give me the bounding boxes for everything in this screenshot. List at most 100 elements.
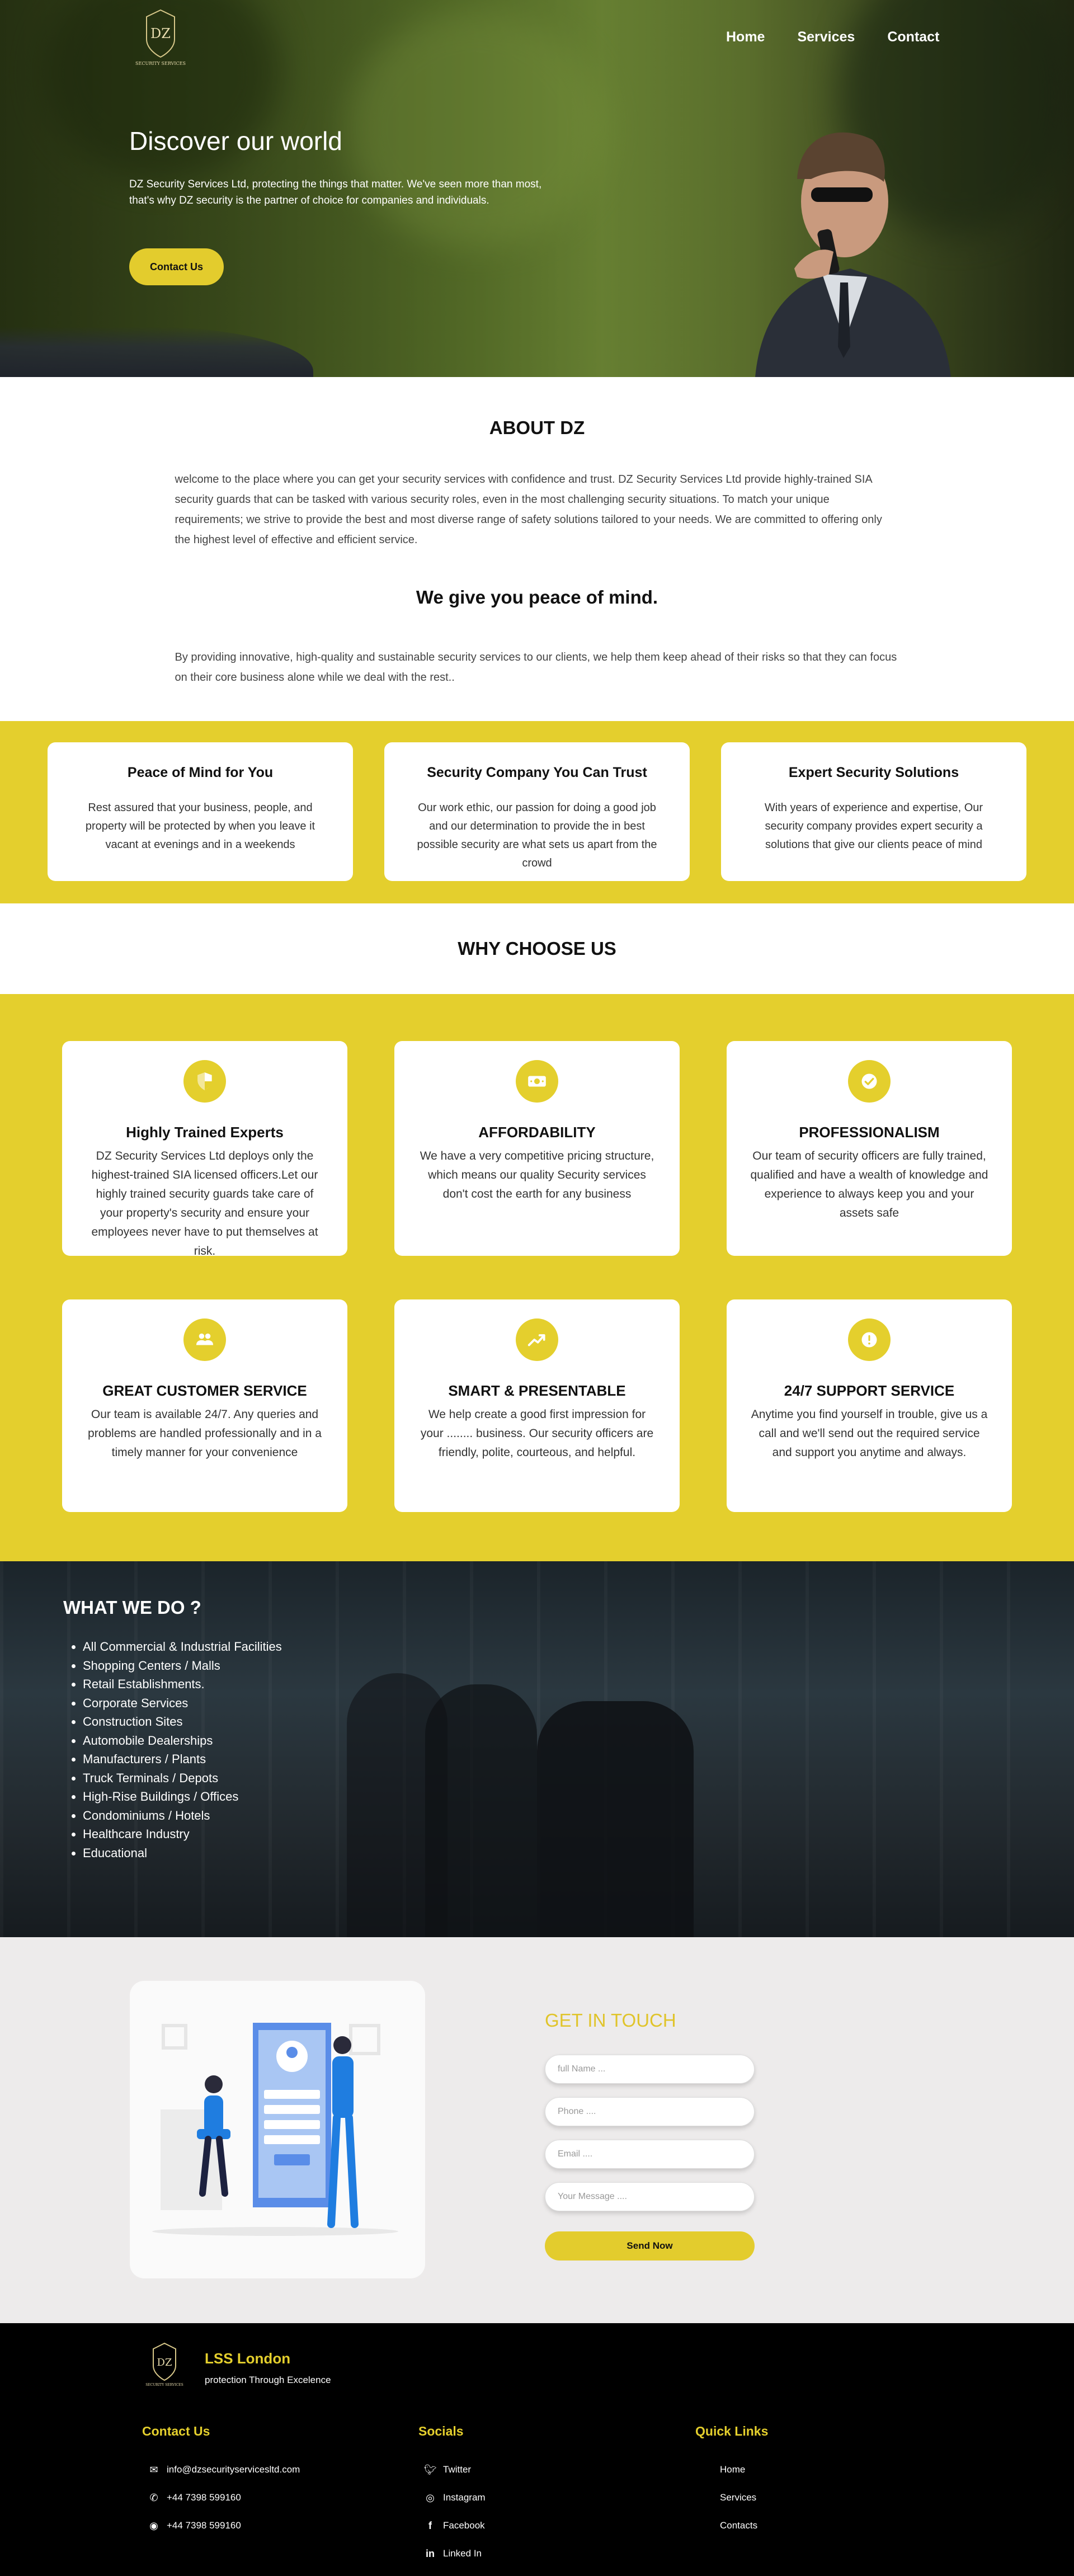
- why-card-text: We help create a good first impression f…: [420, 1408, 654, 1459]
- logo-crest-icon: DZ SECURITY SERVICES: [145, 2342, 183, 2387]
- feature-card: Security Company You Can Trust Our work …: [384, 742, 690, 881]
- feature-title: Peace of Mind for You: [127, 765, 274, 780]
- why-card-text: We have a very competitive pricing struc…: [420, 1150, 654, 1200]
- list-item: Construction Sites: [83, 1712, 282, 1731]
- nav-services[interactable]: Services: [797, 29, 855, 45]
- why-card: GREAT CUSTOMER SERVICE Our team is avail…: [62, 1299, 347, 1512]
- about-subtitle: We give you peace of mind.: [416, 587, 658, 607]
- why-card-title: 24/7 SUPPORT SERVICE: [784, 1382, 955, 1399]
- logo-text: DZ: [150, 26, 171, 41]
- what-we-do-title: WHAT WE DO ?: [63, 1597, 201, 1618]
- svg-text:SECURITY SERVICES: SECURITY SERVICES: [145, 2383, 183, 2387]
- footer-contact-title: Contact Us: [142, 2424, 210, 2438]
- about-section: ABOUT DZ welcome to the place where you …: [0, 377, 1074, 721]
- list-item: Corporate Services: [83, 1694, 282, 1713]
- footer-link-home[interactable]: Home: [695, 2456, 768, 2484]
- why-card: PROFESSIONALISM Our team of security off…: [727, 1041, 1012, 1256]
- footer: DZ SECURITY SERVICES LSS London protecti…: [0, 2323, 1074, 2576]
- why-card-text: DZ Security Services Ltd deploys only th…: [91, 1150, 318, 1258]
- nav-home[interactable]: Home: [726, 29, 765, 45]
- feature-card: Peace of Mind for You Rest assured that …: [48, 742, 353, 881]
- why-title: WHY CHOOSE US: [458, 938, 616, 959]
- guard-silhouette: [425, 1684, 537, 1937]
- why-card-title: AFFORDABILITY: [478, 1124, 596, 1141]
- why-card-title: SMART & PRESENTABLE: [448, 1382, 626, 1399]
- linkedin-icon: in: [426, 2547, 435, 2559]
- features-section: Peace of Mind for You Rest assured that …: [0, 721, 1074, 903]
- logo[interactable]: DZ SECURITY SERVICES: [130, 6, 191, 70]
- list-item: Healthcare Industry: [83, 1825, 282, 1844]
- list-item: Condominiums / Hotels: [83, 1806, 282, 1825]
- why-section: Highly Trained Experts DZ Security Servi…: [0, 994, 1074, 1561]
- contact-us-button[interactable]: Contact Us: [129, 248, 224, 285]
- message-input[interactable]: Your Message ....: [545, 2182, 755, 2211]
- footer-link-contacts[interactable]: Contacts: [695, 2512, 768, 2540]
- footer-phone[interactable]: ✆ +44 7398 599160: [142, 2484, 300, 2512]
- feature-card: Expert Security Solutions With years of …: [721, 742, 1026, 881]
- why-card-text: Our team of security officers are fully …: [750, 1150, 988, 1219]
- envelope-icon: ✉: [149, 2464, 158, 2475]
- hero-section: DZ SECURITY SERVICES Home Services Conta…: [0, 0, 1074, 377]
- main-nav: Home Services Contact: [726, 29, 939, 45]
- social-facebook[interactable]: f Facebook: [418, 2512, 486, 2540]
- feature-text: With years of experience and expertise, …: [764, 802, 983, 851]
- contact-section: GET IN TOUCH full Name ... Phone .... Em…: [0, 1937, 1074, 2323]
- hero-title: Discover our world: [129, 126, 342, 156]
- nav-contact[interactable]: Contact: [887, 29, 939, 45]
- social-instagram[interactable]: ◎ Instagram: [418, 2484, 485, 2512]
- list-item: High-Rise Buildings / Offices: [83, 1787, 282, 1806]
- about-subtext: By providing innovative, high-quality an…: [175, 651, 897, 684]
- full-name-input[interactable]: full Name ...: [545, 2055, 755, 2084]
- why-title-section: WHY CHOOSE US: [0, 903, 1074, 994]
- alert-icon: [848, 1318, 891, 1361]
- group-icon: [183, 1318, 226, 1361]
- about-title: ABOUT DZ: [489, 417, 585, 438]
- guard-silhouette: [537, 1701, 694, 1937]
- what-we-do-section: WHAT WE DO ? All Commercial & Industrial…: [0, 1561, 1074, 1937]
- feature-title: Expert Security Solutions: [788, 765, 959, 780]
- footer-tagline: protection Through Excelence: [205, 2375, 331, 2385]
- email-input[interactable]: Email ....: [545, 2140, 755, 2169]
- why-card-title: GREAT CUSTOMER SERVICE: [102, 1382, 307, 1399]
- list-item: Educational: [83, 1844, 282, 1863]
- shield-icon: [183, 1060, 226, 1103]
- list-item: All Commercial & Industrial Facilities: [83, 1637, 282, 1656]
- why-row: GREAT CUSTOMER SERVICE Our team is avail…: [0, 1299, 1074, 1512]
- footer-whatsapp[interactable]: ◉ +44 7398 599160: [142, 2512, 300, 2540]
- list-item: Retail Establishments.: [83, 1675, 282, 1694]
- logo-crest-icon: DZ SECURITY SERVICES: [135, 9, 186, 66]
- feature-text: Our work ethic, our passion for doing a …: [417, 802, 657, 869]
- send-now-button[interactable]: Send Now: [545, 2231, 755, 2261]
- why-card-title: PROFESSIONALISM: [799, 1124, 940, 1141]
- list-item: Shopping Centers / Malls: [83, 1656, 282, 1675]
- list-item: Automobile Dealerships: [83, 1731, 282, 1750]
- facebook-icon: f: [428, 2520, 432, 2531]
- social-linkedin[interactable]: in Linked In: [418, 2540, 486, 2568]
- social-twitter[interactable]: 🐦︎ Twitter: [418, 2456, 486, 2484]
- footer-link-services[interactable]: Services: [695, 2484, 768, 2512]
- check-badge-icon: [848, 1060, 891, 1103]
- footer-links-column: Quick Links Home Services Contacts: [695, 2424, 768, 2540]
- feature-text: Rest assured that your business, people,…: [85, 802, 315, 851]
- feature-title: Security Company You Can Trust: [427, 765, 647, 780]
- why-card: 24/7 SUPPORT SERVICE Anytime you find yo…: [727, 1299, 1012, 1512]
- phone-icon: ✆: [149, 2492, 158, 2503]
- footer-socials-column: Socials 🐦︎ Twitter ◎ Instagram f Facebook i…: [418, 2424, 486, 2568]
- footer-links-title: Quick Links: [695, 2424, 769, 2438]
- why-card: AFFORDABILITY We have a very competitive…: [394, 1041, 680, 1256]
- why-card-text: Anytime you find yourself in trouble, gi…: [751, 1408, 988, 1459]
- svg-text:DZ: DZ: [157, 2357, 172, 2368]
- why-row: Highly Trained Experts DZ Security Servi…: [0, 1041, 1074, 1258]
- logo-caption: SECURITY SERVICES: [135, 61, 186, 66]
- contact-illustration: [130, 1981, 425, 2278]
- security-guard-photo: [755, 132, 951, 377]
- footer-logo[interactable]: DZ SECURITY SERVICES: [141, 2340, 188, 2387]
- footer-brand: LSS London: [205, 2350, 291, 2367]
- footer-email[interactable]: ✉ info@dzsecurityservicesltd.com: [142, 2456, 300, 2484]
- phone-input[interactable]: Phone ....: [545, 2097, 755, 2126]
- list-item: Manufacturers / Plants: [83, 1750, 282, 1769]
- about-text: welcome to the place where you can get y…: [175, 473, 882, 546]
- why-card: Highly Trained Experts DZ Security Servi…: [62, 1041, 347, 1258]
- twitter-icon: 🐦︎: [424, 2464, 437, 2475]
- instagram-icon: ◎: [426, 2492, 435, 2503]
